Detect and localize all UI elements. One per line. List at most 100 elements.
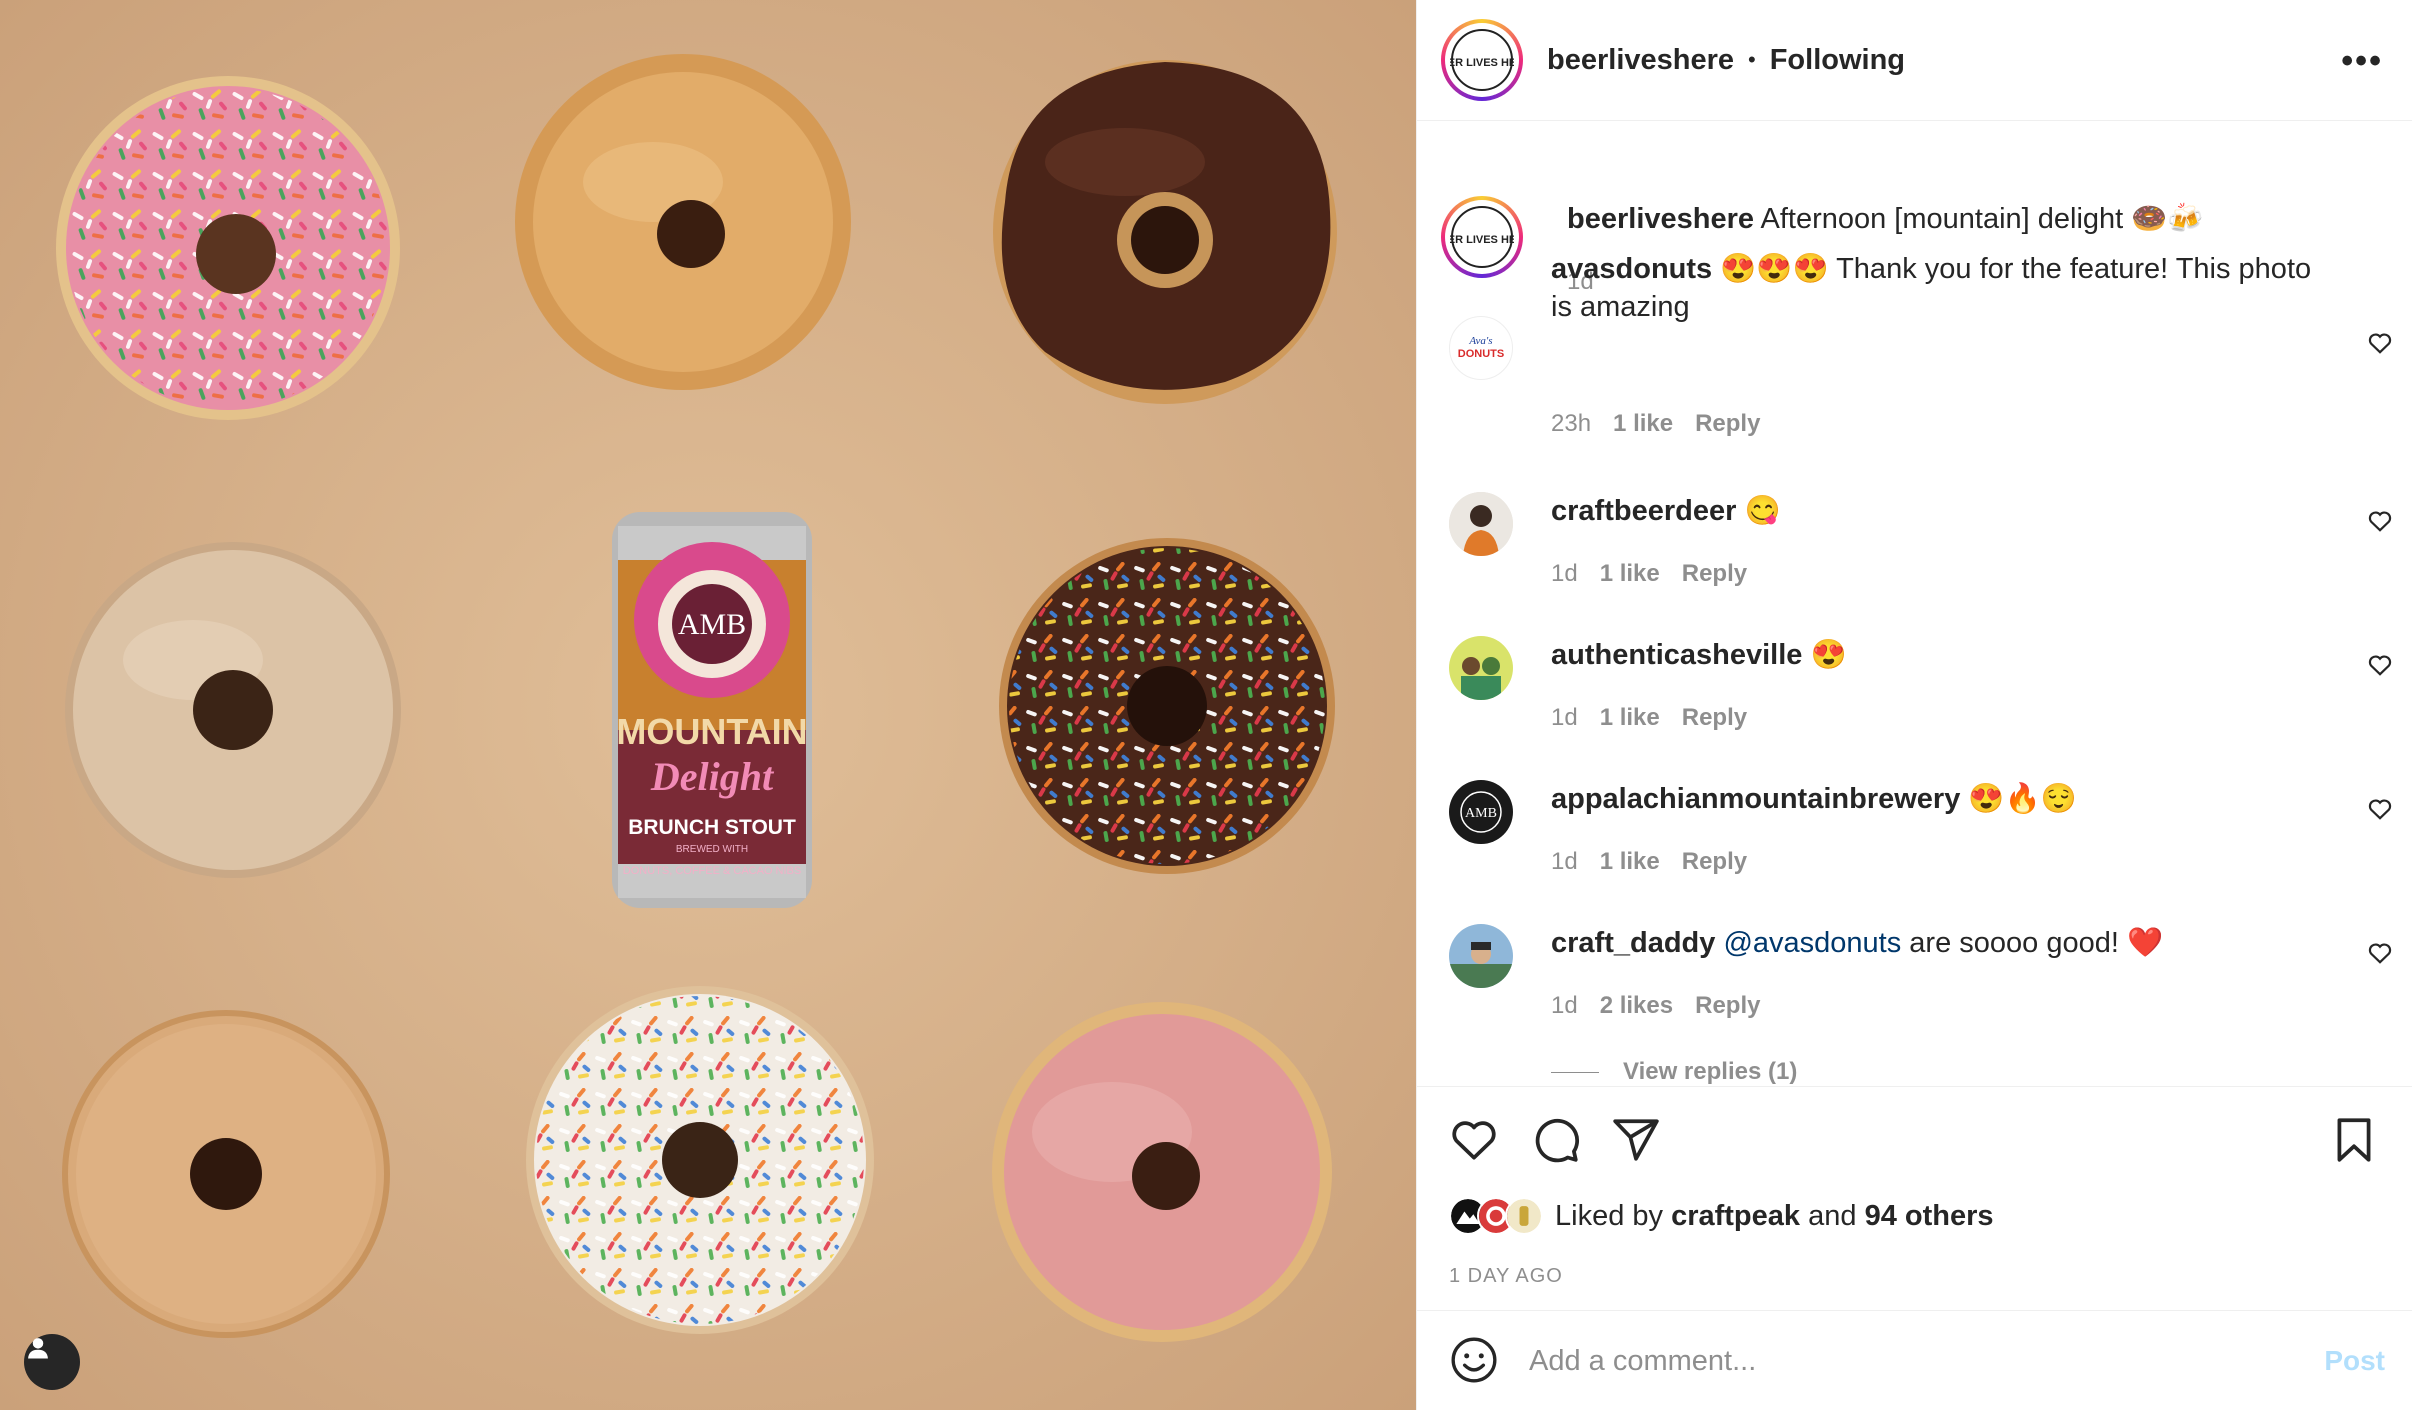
reply-button[interactable]: Reply — [1682, 560, 1747, 588]
likes-summary: Liked by craftpeak and 94 others — [1449, 1197, 1994, 1235]
comment-time[interactable]: 1d — [1551, 704, 1578, 732]
avasdonuts-logo-word: DONUTS — [1458, 348, 1504, 360]
comment-avatar[interactable] — [1449, 636, 1513, 700]
emoji-icon[interactable] — [1449, 1335, 1499, 1385]
white-sprinkle-donut — [526, 986, 874, 1334]
comment-time[interactable]: 1d — [1551, 560, 1578, 588]
likes-text: Liked by craftpeak and 94 others — [1555, 1200, 1994, 1233]
comment-4-text: appalachianmountainbrewery 😍🔥😌 — [1551, 780, 2331, 818]
can-title: MOUNTAIN — [616, 711, 807, 752]
comment-time[interactable]: 23h — [1551, 410, 1591, 438]
comment-message: 😍🔥😌 — [1968, 783, 2077, 815]
comment-username[interactable]: avasdonuts — [1551, 253, 1712, 285]
post-header: BEER LIVES HERE beerliveshere • Followin… — [1417, 0, 2412, 121]
liked-by-user-link[interactable]: craftpeak — [1671, 1200, 1800, 1232]
more-options-icon[interactable]: ••• — [2341, 42, 2383, 81]
comment-likes[interactable]: 2 likes — [1600, 992, 1673, 1020]
likes-others-link[interactable]: 94 others — [1865, 1200, 1994, 1232]
share-paper-plane-icon[interactable] — [1611, 1115, 1661, 1165]
comment-avatar[interactable] — [1449, 492, 1513, 556]
reply-button[interactable]: Reply — [1695, 410, 1760, 438]
comment-2-text: craftbeerdeer 😋 — [1551, 492, 2331, 530]
like-comment-heart-icon[interactable] — [2367, 330, 2393, 356]
vanilla-glazed-donut — [65, 542, 401, 878]
comment-avatar[interactable]: AMB — [1449, 780, 1513, 844]
cinnamon-sugar-donut — [62, 1010, 390, 1338]
comment-username[interactable]: authenticasheville — [1551, 639, 1802, 671]
comment-time[interactable]: 1d — [1551, 992, 1578, 1020]
craft-daddy-avatar-icon — [1449, 924, 1513, 988]
post-photo[interactable]: AMB MOUNTAIN Delight BRUNCH STOUT BREWED… — [0, 0, 1416, 1410]
avasdonuts-logo-icon: Ava's DONUTS — [1458, 335, 1504, 360]
beerliveshere-logo-icon: BEER LIVES HERE — [1450, 206, 1514, 268]
comment-meta: 1d 1 like Reply — [1551, 560, 1747, 588]
caption-avatar[interactable]: BEER LIVES HERE — [1441, 196, 1523, 278]
strawberry-glazed-donut — [992, 1002, 1332, 1342]
caption-text: beerliveshere Afternoon [mountain] delig… — [1567, 200, 2204, 238]
comment-message: 😍 — [1810, 639, 1847, 671]
liker-avatar[interactable] — [1505, 1197, 1543, 1235]
glazed-donut — [515, 54, 851, 390]
can-subtitle: Delight — [650, 754, 775, 799]
add-comment-section: Post — [1417, 1310, 2412, 1410]
reply-button[interactable]: Reply — [1682, 848, 1747, 876]
comment-mention-link[interactable]: @avasdonuts — [1723, 927, 1901, 959]
comment-message: 😋 — [1744, 495, 1781, 527]
comments-list[interactable]: BEER LIVES HERE beerliveshere Afternoon … — [1417, 122, 2412, 1086]
comment-input[interactable] — [1529, 1337, 2289, 1385]
caption-body: Afternoon [mountain] delight 🍩🍻 — [1760, 203, 2204, 235]
comment-meta: 1d 1 like Reply — [1551, 848, 1747, 876]
authenticasheville-avatar-icon — [1449, 636, 1513, 700]
author-avatar[interactable]: BEER LIVES HERE — [1441, 19, 1523, 101]
view-replies-label: View replies (1) — [1623, 1058, 1798, 1085]
post-actions: Liked by craftpeak and 94 others 1 DAY A… — [1417, 1086, 2412, 1310]
like-comment-heart-icon[interactable] — [2367, 940, 2393, 966]
comment-likes[interactable]: 1 like — [1600, 560, 1660, 588]
caption-username[interactable]: beerliveshere — [1567, 203, 1754, 235]
user-icon — [28, 1338, 48, 1359]
comment-likes[interactable]: 1 like — [1600, 848, 1660, 876]
can-monogram: AMB — [678, 608, 746, 641]
comment-1-text: avasdonuts 😍😍😍 Thank you for the feature… — [1551, 250, 2331, 326]
replies-divider — [1551, 1071, 1599, 1073]
comment-meta: 23h 1 like Reply — [1551, 410, 1760, 438]
comment-3-text: authenticasheville 😍 — [1551, 636, 2331, 674]
comment-username[interactable]: craftbeerdeer — [1551, 495, 1736, 527]
reply-button[interactable]: Reply — [1682, 704, 1747, 732]
tagged-users-button[interactable] — [24, 1334, 80, 1390]
chocolate-donut — [993, 60, 1337, 404]
can-ingredients: DONUTS, COFFEE & CACAO NIBS — [623, 865, 801, 877]
like-comment-heart-icon[interactable] — [2367, 508, 2393, 534]
comment-bubble-icon[interactable] — [1531, 1115, 1581, 1165]
comment-meta: 1d 2 likes Reply — [1551, 992, 1760, 1020]
likes-prefix: Liked by — [1555, 1199, 1664, 1232]
save-bookmark-icon[interactable] — [2329, 1115, 2379, 1165]
separator-dot: • — [1748, 47, 1756, 72]
comment-likes[interactable]: 1 like — [1613, 410, 1673, 438]
post-timestamp[interactable]: 1 DAY AGO — [1449, 1265, 1563, 1288]
like-comment-heart-icon[interactable] — [2367, 652, 2393, 678]
beerliveshere-logo-text: BEER LIVES HERE — [1450, 57, 1514, 69]
author-username[interactable]: beerliveshere — [1547, 44, 1734, 77]
like-comment-heart-icon[interactable] — [2367, 796, 2393, 822]
appalachianmountainbrewery-logo-icon: AMB — [1450, 781, 1512, 843]
craftbeerdeer-avatar-icon — [1449, 492, 1513, 556]
like-heart-icon[interactable] — [1449, 1115, 1499, 1165]
comment-username[interactable]: craft_daddy — [1551, 927, 1715, 959]
view-replies-button[interactable]: View replies (1) — [1551, 1058, 1797, 1086]
comment-avatar[interactable]: Ava's DONUTS — [1449, 316, 1513, 380]
reply-button[interactable]: Reply — [1695, 992, 1760, 1020]
comment-message: are soooo good! ❤️ — [1909, 927, 2164, 959]
beerliveshere-logo-text: BEER LIVES HERE — [1450, 234, 1514, 246]
comment-time[interactable]: 1d — [1551, 848, 1578, 876]
can-style: BRUNCH STOUT — [628, 816, 796, 839]
comment-likes[interactable]: 1 like — [1600, 704, 1660, 732]
amb-logo-monogram: AMB — [1465, 806, 1497, 821]
avasdonuts-logo-name: Ava's — [1468, 335, 1492, 347]
comment-username[interactable]: appalachianmountainbrewery — [1551, 783, 1960, 815]
following-button[interactable]: Following — [1770, 44, 1905, 77]
post-comment-button[interactable]: Post — [2324, 1345, 2385, 1377]
donut-photo-illustration: AMB MOUNTAIN Delight BRUNCH STOUT BREWED… — [0, 0, 1416, 1410]
can-brewed: BREWED WITH — [676, 844, 748, 855]
comment-avatar[interactable] — [1449, 924, 1513, 988]
